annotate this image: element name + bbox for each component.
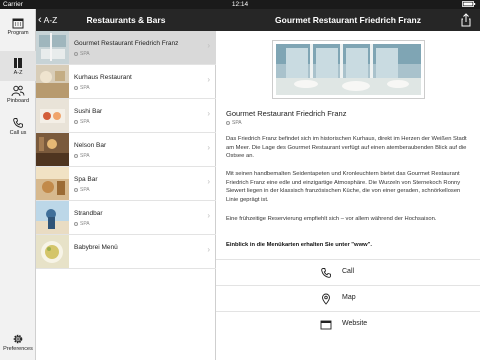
restaurant-thumbnail	[36, 65, 69, 98]
list-item[interactable]: Nelson Bar SPA ›	[36, 133, 216, 167]
restaurant-thumbnail	[36, 201, 69, 234]
description-paragraph: Mit seinen handbemalten Seidentapeten un…	[226, 171, 461, 203]
list-item-location-label: SPA	[80, 119, 90, 125]
list-item-location: SPA	[74, 187, 90, 193]
tab-program[interactable]: Program	[0, 17, 36, 36]
location-icon	[74, 153, 78, 158]
calendar-icon	[12, 18, 24, 29]
list-item-location: SPA	[74, 51, 90, 57]
location-icon	[226, 120, 230, 125]
tab-call-us[interactable]: Call us	[0, 117, 36, 136]
browser-icon	[320, 320, 332, 330]
location-icon	[74, 51, 78, 56]
detail-location: SPA	[226, 120, 242, 126]
restaurant-thumbnail	[36, 133, 69, 166]
battery-icon	[462, 1, 476, 9]
description-paragraph: Eine frühzeitige Reservierung empfiehlt …	[226, 216, 437, 222]
location-icon	[74, 221, 78, 226]
list-item-location-label: SPA	[80, 51, 90, 57]
book-icon	[14, 58, 22, 68]
detail-restaurant-name: Gourmet Restaurant Friedrich Franz	[226, 109, 347, 118]
menu-link-paragraph: Einblick in die Menükarten erhalten Sie …	[226, 242, 372, 248]
description-paragraph: Das Friedrich Franz befindet sich im his…	[226, 136, 467, 160]
list-item-location: SPA	[74, 221, 90, 227]
list-item[interactable]: Babybrei Menü ›	[36, 235, 216, 269]
detail-pane: Gourmet Restaurant Friedrich Franz SPA D…	[216, 31, 480, 360]
call-button[interactable]: Call	[216, 259, 480, 285]
restaurant-thumbnail	[36, 31, 69, 64]
chevron-right-icon: ›	[207, 109, 210, 118]
list-item-location-label: SPA	[80, 153, 90, 159]
list-title: Restaurants & Bars	[86, 15, 166, 25]
status-bar: Carrier 12:14	[0, 0, 480, 9]
navigation-bar: ‹ A-Z Restaurants & Bars Gourmet Restaura…	[0, 9, 480, 31]
chevron-right-icon: ›	[207, 245, 210, 254]
location-icon	[74, 85, 78, 90]
location-icon	[74, 119, 78, 124]
tab-pinboard-label: Pinboard	[6, 98, 30, 104]
share-icon[interactable]	[459, 13, 473, 27]
location-icon	[74, 187, 78, 192]
map-button[interactable]: Map	[216, 285, 480, 311]
list-item[interactable]: Spa Bar SPA ›	[36, 167, 216, 201]
restaurant-thumbnail	[36, 235, 69, 268]
chevron-right-icon: ›	[207, 211, 210, 220]
tab-preferences[interactable]: Preferences	[0, 333, 36, 352]
list-item-title: Babybrei Menü	[74, 244, 118, 251]
list-item-location: SPA	[74, 85, 90, 91]
chevron-right-icon: ›	[207, 41, 210, 50]
tab-pinboard[interactable]: Pinboard	[0, 85, 36, 104]
gear-icon	[13, 334, 23, 344]
list-item-title: Gourmet Restaurant Friedrich Franz	[74, 40, 179, 47]
list-item-title: Sushi Bar	[74, 108, 103, 115]
list-item[interactable]: Gourmet Restaurant Friedrich Franz SPA ›	[36, 31, 216, 65]
list-item[interactable]: Sushi Bar SPA ›	[36, 99, 216, 133]
list-item-location-label: SPA	[80, 221, 90, 227]
list-item[interactable]: Kurhaus Restaurant SPA ›	[36, 65, 216, 99]
detail-location-label: SPA	[232, 120, 242, 126]
list-item-location: SPA	[74, 153, 90, 159]
people-icon	[11, 85, 25, 97]
website-button[interactable]: Website	[216, 311, 480, 337]
map-label: Map	[342, 294, 356, 301]
call-label: Call	[342, 268, 355, 275]
list-item-location-label: SPA	[80, 85, 90, 91]
chevron-right-icon: ›	[207, 177, 210, 186]
phone-icon	[13, 118, 23, 128]
map-pin-icon	[322, 293, 330, 305]
tab-call-us-label: Call us	[9, 130, 27, 136]
restaurant-thumbnail	[36, 99, 69, 132]
list-item-location-label: SPA	[80, 187, 90, 193]
chevron-right-icon: ›	[207, 75, 210, 84]
clock: 12:14	[231, 1, 249, 8]
list-item-title: Kurhaus Restaurant	[74, 74, 132, 81]
phone-icon	[321, 268, 331, 278]
list-item-title: Strandbar	[74, 210, 103, 217]
list-item-location: SPA	[74, 119, 90, 125]
list-item-title: Nelson Bar	[74, 142, 107, 149]
tab-preferences-label: Preferences	[3, 346, 33, 352]
website-label: Website	[342, 320, 368, 327]
chevron-right-icon: ›	[207, 143, 210, 152]
detail-title: Gourmet Restaurant Friedrich Franz	[275, 15, 421, 25]
tab-program-label: Program	[7, 30, 29, 36]
tab-a-z-label: A-Z	[13, 70, 23, 76]
tab-a-z[interactable]: A-Z	[0, 51, 36, 81]
restaurant-thumbnail	[36, 167, 69, 200]
list-item-title: Spa Bar	[74, 176, 98, 183]
restaurant-list: Gourmet Restaurant Friedrich Franz SPA ›…	[36, 31, 216, 360]
restaurant-hero-image	[272, 40, 425, 99]
tab-rail: Program A-Z Pinboard Call us Preferences	[0, 9, 36, 360]
list-item[interactable]: Strandbar SPA ›	[36, 201, 216, 235]
